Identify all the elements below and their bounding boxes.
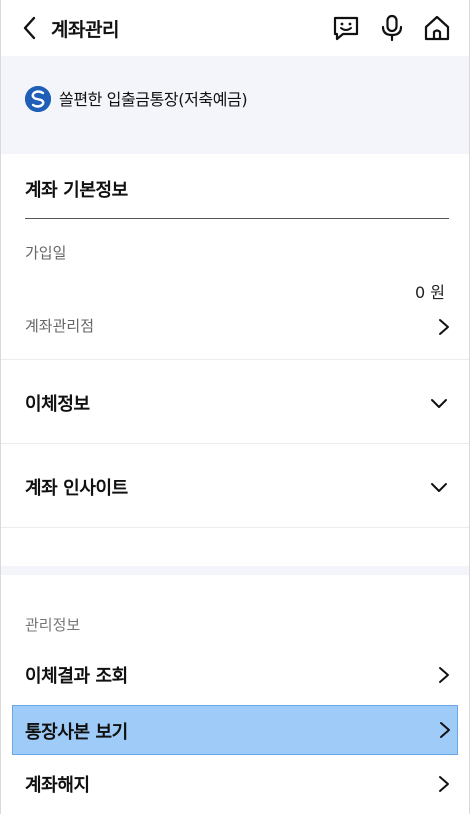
back-button[interactable] [19,14,43,42]
passbook-copy-label: 통장사본 보기 [25,722,128,743]
page-title: 계좌관리 [51,19,119,41]
account-name: 쏠편한 입출금통장(저축예금) [59,90,248,109]
insight-accordion[interactable]: 계좌 인사이트 [1,444,469,528]
chevron-right-icon [439,667,449,683]
close-account-label: 계좌해지 [25,775,90,796]
management-label: 관리정보 [25,616,81,634]
transfer-info-accordion[interactable]: 이체정보 [1,360,469,444]
branch-row[interactable]: 계좌관리점 [1,300,469,358]
home-icon [424,15,450,41]
account-banner: 쏠편한 입출금통장(저축예금) [1,56,469,154]
shinhan-logo-icon [25,86,51,112]
voice-button[interactable] [377,13,407,43]
back-icon [23,16,36,40]
passbook-copy-button[interactable]: 통장사본 보기 [12,705,458,755]
chevron-right-icon [440,722,450,738]
insight-label: 계좌 인사이트 [25,478,128,499]
section-gap [1,566,469,575]
transfer-info-label: 이체정보 [25,394,90,415]
screen: 계좌관리 쏠편한 입출금통장(저축예금) 계좌 기본정보 가입일 0 원 계좌관… [0,0,470,814]
chatbot-button[interactable] [331,13,361,43]
branch-label: 계좌관리점 [25,317,95,335]
transfer-result-label: 이체결과 조회 [25,666,128,687]
chevron-right-icon [439,319,449,335]
chatbot-icon [333,16,359,41]
join-date-label: 가입일 [25,244,67,262]
row-divider [1,527,469,528]
home-button[interactable] [422,13,452,43]
chevron-down-icon [431,399,447,408]
basic-info-title: 계좌 기본정보 [25,180,128,201]
chevron-down-icon [431,483,447,492]
close-account-button[interactable]: 계좌해지 [1,759,469,809]
microphone-icon [381,14,403,42]
app-header: 계좌관리 [1,0,469,56]
transfer-result-button[interactable]: 이체결과 조회 [1,650,469,700]
section-divider [25,218,449,219]
chevron-right-icon [439,776,449,792]
